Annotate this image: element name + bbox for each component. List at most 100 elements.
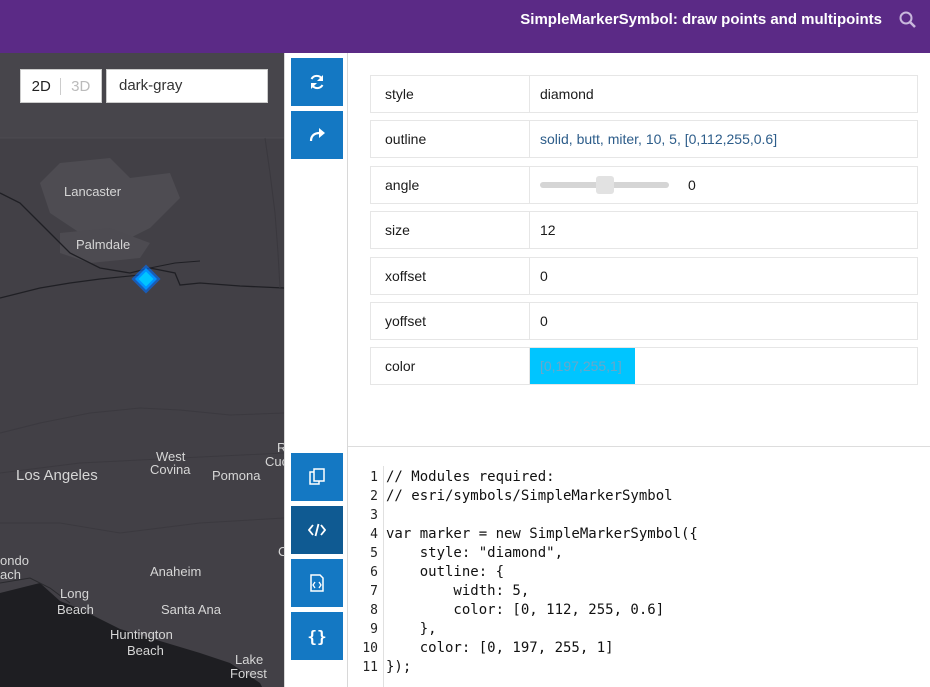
code-line: 8 color: [0, 112, 255, 0.6] bbox=[360, 601, 698, 620]
yoffset-input[interactable]: 0 bbox=[530, 303, 917, 339]
map-label-covina: Covina bbox=[150, 462, 191, 477]
property-key: size bbox=[371, 212, 530, 249]
app-header: SimpleMarkerSymbol: draw points and mult… bbox=[0, 0, 930, 53]
code-file-icon bbox=[310, 574, 324, 592]
code-editor[interactable]: 1 // Modules required: 2 // esri/symbols/Si… bbox=[360, 468, 698, 677]
code-text: color: [0, 197, 255, 1] bbox=[386, 640, 614, 656]
property-row-yoffset: yoffset 0 bbox=[370, 301, 918, 340]
code-line: 4 var marker = new SimpleMarkerSymbol({ bbox=[360, 525, 698, 544]
property-key: yoffset bbox=[371, 302, 530, 339]
color-control: [0,197,255,1] bbox=[530, 348, 917, 385]
code-text: }); bbox=[386, 659, 412, 675]
map-label-los-angeles: Los Angeles bbox=[16, 467, 98, 484]
json-button[interactable]: {} bbox=[291, 612, 343, 660]
map-label-anaheim: Anaheim bbox=[150, 564, 202, 579]
line-number: 9 bbox=[370, 622, 378, 637]
line-number: 2 bbox=[370, 489, 378, 504]
map-label-beach: Beach bbox=[57, 602, 94, 617]
search-icon[interactable] bbox=[898, 10, 918, 30]
property-row-style: style diamond bbox=[370, 75, 918, 113]
map-label-ach: ach bbox=[0, 567, 21, 582]
style-select[interactable]: diamond bbox=[530, 76, 917, 112]
code-button[interactable] bbox=[291, 506, 343, 554]
code-line: 2 // esri/symbols/SimpleMarkerSymbol bbox=[360, 487, 698, 506]
line-number: 6 bbox=[370, 565, 378, 580]
copy-button[interactable] bbox=[291, 453, 343, 501]
code-line: 5 style: "diamond", bbox=[360, 544, 698, 563]
code-text: width: 5, bbox=[386, 583, 530, 599]
property-row-color: color [0,197,255,1] bbox=[370, 347, 918, 386]
toggle-3d-button[interactable]: 3D bbox=[60, 77, 90, 95]
code-text: // esri/symbols/SimpleMarkerSymbol bbox=[386, 488, 673, 504]
view-toggle: 2D 3D bbox=[20, 69, 102, 103]
property-row-size: size 12 bbox=[370, 211, 918, 250]
code-text: style: "diamond", bbox=[386, 545, 564, 561]
line-number: 10 bbox=[362, 641, 378, 656]
map-label-r: R bbox=[277, 440, 284, 455]
copy-icon bbox=[309, 468, 325, 485]
xoffset-input[interactable]: 0 bbox=[530, 258, 917, 294]
property-key: style bbox=[371, 76, 530, 112]
code-text: outline: { bbox=[386, 564, 505, 580]
code-line: 3 bbox=[360, 506, 698, 525]
toggle-2d-button[interactable]: 2D bbox=[32, 78, 51, 95]
code-line: 9 }, bbox=[360, 620, 698, 639]
angle-slider[interactable] bbox=[540, 175, 669, 194]
page-title: SimpleMarkerSymbol: draw points and mult… bbox=[520, 11, 882, 28]
map-label-palmdale: Palmdale bbox=[76, 237, 131, 252]
map-canvas bbox=[0, 53, 284, 687]
code-file-button[interactable] bbox=[291, 559, 343, 607]
angle-slider-thumb[interactable] bbox=[595, 175, 614, 194]
map-label-lancaster: Lancaster bbox=[64, 184, 122, 199]
share-icon bbox=[309, 128, 325, 142]
angle-control: 0 bbox=[530, 167, 917, 203]
share-button[interactable] bbox=[291, 111, 343, 159]
outline-link[interactable]: solid, butt, miter, 10, 5, [0,112,255,0.… bbox=[530, 121, 917, 157]
map-label-beach-2: Beach bbox=[127, 643, 164, 658]
map-label-lake: Lake bbox=[235, 652, 264, 667]
code-text: var marker = new SimpleMarkerSymbol({ bbox=[386, 526, 698, 542]
map-label-huntington: Huntington bbox=[110, 627, 173, 642]
property-row-angle: angle 0 bbox=[370, 165, 918, 204]
line-number: 8 bbox=[370, 603, 378, 618]
code-text: color: [0, 112, 255, 0.6] bbox=[386, 602, 665, 618]
basemap-select[interactable]: dark-gray bbox=[106, 69, 268, 103]
property-key: angle bbox=[371, 166, 530, 203]
line-number: 1 bbox=[370, 470, 378, 485]
line-number: 7 bbox=[370, 584, 378, 599]
code-icon bbox=[308, 523, 326, 537]
code-line: 6 outline: { bbox=[360, 563, 698, 582]
code-line: 7 width: 5, bbox=[360, 582, 698, 601]
json-icon: {} bbox=[307, 626, 327, 646]
map-label-pomona: Pomona bbox=[212, 468, 261, 483]
map-label-forest: Forest bbox=[230, 666, 267, 681]
refresh-icon bbox=[310, 74, 324, 90]
property-key: color bbox=[371, 348, 530, 385]
map-toolbar: 2D 3D dark-gray bbox=[20, 69, 268, 103]
action-sidebar: {} bbox=[284, 53, 348, 687]
code-line: 1 // Modules required: bbox=[360, 468, 698, 487]
map-label-cuc: Cuc bbox=[265, 454, 284, 469]
code-line: 10 color: [0, 197, 255, 1] bbox=[360, 639, 698, 658]
property-row-xoffset: xoffset 0 bbox=[370, 256, 918, 295]
line-number: 5 bbox=[370, 546, 378, 561]
color-swatch[interactable]: [0,197,255,1] bbox=[530, 348, 635, 385]
angle-value: 0 bbox=[688, 176, 696, 193]
map-label-long: Long bbox=[60, 586, 89, 601]
code-text: // Modules required: bbox=[386, 469, 555, 485]
map-view[interactable]: 2D 3D dark-gray Lancaster Palmdale Los A… bbox=[0, 53, 284, 687]
size-input[interactable]: 12 bbox=[530, 212, 917, 248]
line-number: 3 bbox=[370, 508, 378, 523]
properties-table: style diamond outline solid, butt, miter… bbox=[370, 75, 918, 393]
refresh-button[interactable] bbox=[291, 58, 343, 106]
map-label-ondo: ondo bbox=[0, 553, 29, 568]
panel-divider bbox=[348, 446, 930, 447]
property-row-outline: outline solid, butt, miter, 10, 5, [0,11… bbox=[370, 120, 918, 159]
code-line: 11}); bbox=[360, 658, 698, 677]
line-number: 11 bbox=[362, 660, 378, 675]
line-number: 4 bbox=[370, 527, 378, 542]
code-text: }, bbox=[386, 621, 437, 637]
property-key: xoffset bbox=[371, 257, 530, 294]
property-key: outline bbox=[371, 121, 530, 158]
map-label-santa-ana: Santa Ana bbox=[161, 602, 221, 617]
